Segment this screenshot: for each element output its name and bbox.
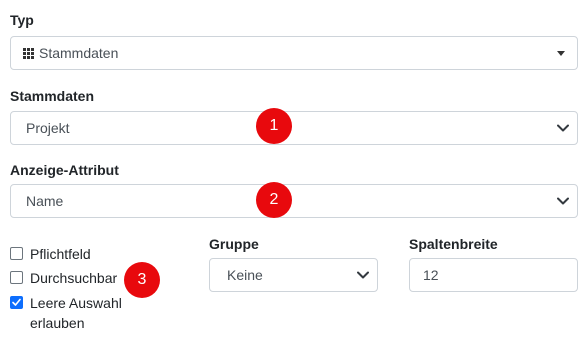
leere-auswahl-label: Leere Auswahl erlauben (30, 293, 122, 333)
leere-auswahl-checkbox[interactable] (10, 296, 23, 309)
anzeige-attribut-value: Name (26, 193, 64, 209)
spaltenbreite-value: 12 (423, 267, 439, 283)
chevron-down-icon (357, 271, 369, 279)
durchsuchbar-checkbox[interactable] (10, 271, 23, 284)
caret-down-icon (557, 51, 565, 56)
chevron-down-icon (557, 197, 569, 205)
annotation-badge-3: 3 (124, 262, 160, 298)
leere-auswahl-checkbox-row[interactable]: Leere Auswahl erlauben (10, 293, 122, 333)
pflichtfeld-checkbox-row[interactable]: Pflichtfeld (10, 244, 91, 264)
leere-auswahl-label-line1: Leere Auswahl (30, 295, 122, 311)
typ-value: Stammdaten (39, 45, 119, 61)
stammdaten-label: Stammdaten (10, 88, 95, 104)
gruppe-select[interactable]: Keine (209, 258, 378, 292)
anzeige-attribut-label: Anzeige-Attribut (10, 162, 119, 178)
checkmark-icon (12, 298, 21, 306)
grid-icon (23, 47, 34, 59)
spaltenbreite-label: Spaltenbreite (409, 236, 498, 252)
stammdaten-select[interactable]: Projekt (10, 111, 578, 145)
annotation-badge-1: 1 (256, 108, 292, 144)
anzeige-attribut-select[interactable]: Name (10, 184, 578, 218)
leere-auswahl-label-line2: erlauben (30, 315, 85, 331)
typ-dropdown[interactable]: Stammdaten (10, 36, 578, 70)
durchsuchbar-checkbox-row[interactable]: Durchsuchbar (10, 268, 117, 288)
gruppe-label: Gruppe (209, 236, 259, 252)
pflichtfeld-label: Pflichtfeld (30, 246, 91, 262)
stammdaten-value: Projekt (26, 120, 70, 136)
gruppe-value: Keine (227, 267, 263, 283)
durchsuchbar-label: Durchsuchbar (30, 270, 118, 286)
pflichtfeld-checkbox[interactable] (10, 247, 23, 260)
typ-label: Typ (10, 12, 34, 28)
chevron-down-icon (557, 124, 569, 132)
annotation-badge-2: 2 (256, 182, 292, 218)
spaltenbreite-input[interactable]: 12 (409, 258, 578, 292)
